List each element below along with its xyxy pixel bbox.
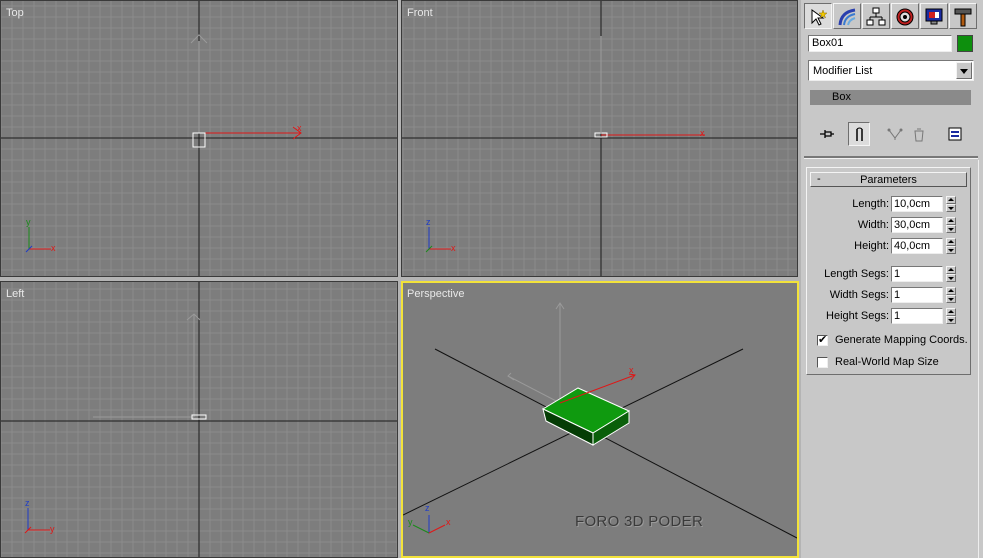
viewport-perspective-label[interactable]: Perspective (407, 288, 464, 300)
object-color-swatch[interactable] (957, 35, 973, 52)
viewport-front[interactable]: x z x Front (401, 0, 798, 277)
svg-text:z: z (25, 498, 30, 508)
grid-front: x z x (402, 1, 797, 276)
viewport-perspective[interactable]: x z y x Perspective FORO 3D PODER (401, 281, 799, 558)
height-segs-label: Height Segs: (826, 310, 889, 322)
real-world-map-size-box[interactable] (817, 357, 828, 368)
show-end-result-button[interactable] (848, 122, 870, 146)
modifier-list-dropdown[interactable]: Modifier List (808, 60, 974, 81)
svg-text:x: x (700, 128, 705, 138)
svg-text:y: y (26, 217, 31, 227)
svg-text:x: x (297, 123, 302, 133)
viewport-left[interactable]: zy Left (0, 281, 398, 558)
generate-mapping-label: Generate Mapping Coords. (835, 334, 968, 346)
make-unique-button[interactable] (884, 122, 906, 146)
grid-top: x y x (1, 1, 397, 276)
generate-mapping-box[interactable] (817, 333, 828, 346)
modifier-stack-toolbar (808, 122, 978, 146)
hierarchy-icon (866, 7, 886, 26)
gizmo-y-axis[interactable] (507, 375, 561, 404)
pin-stack-button[interactable] (816, 122, 838, 146)
length-param: Length: 10,0cm (807, 196, 972, 213)
object-name-field[interactable]: Box01 (808, 35, 952, 52)
svg-text:x: x (451, 243, 456, 253)
motion-wheel-icon (896, 8, 914, 26)
hammer-icon (954, 8, 972, 27)
length-segs-spinner[interactable] (946, 266, 956, 282)
real-world-map-size-label: Real-World Map Size (835, 356, 939, 368)
length-segs-param: Length Segs: 1 (807, 266, 972, 283)
width-label: Width: (857, 219, 889, 231)
bend-curve-icon (838, 8, 856, 26)
svg-text:y: y (50, 524, 55, 534)
generate-mapping-checkbox[interactable]: Generate Mapping Coords. (817, 333, 982, 349)
configure-sets-icon (948, 127, 962, 141)
box01-object[interactable] (541, 387, 631, 446)
height-segs-spinner[interactable] (946, 308, 956, 324)
viewport-left-label[interactable]: Left (6, 288, 24, 300)
panel-separator (804, 156, 978, 159)
pin-icon (820, 130, 834, 138)
panel-scrollbar[interactable] (978, 160, 983, 558)
remove-modifier-button[interactable] (908, 122, 930, 146)
svg-text:x: x (629, 365, 634, 375)
width-param: Width: 30,0cm (807, 217, 972, 234)
watermark-text: FORO 3D PODER (575, 513, 704, 530)
command-panel: Box01 Modifier List Box - Parameters Len… (801, 0, 983, 558)
display-monitor-icon (925, 8, 943, 25)
modifier-list-label: Modifier List (813, 65, 873, 77)
parameters-rollout-header[interactable]: - Parameters (810, 172, 967, 187)
width-segs-label: Width Segs: (829, 289, 889, 301)
command-panel-tabs (801, 2, 983, 30)
width-segs-param: Width Segs: 1 (807, 287, 972, 304)
height-label: Height: (854, 240, 889, 252)
stack-item-label: Box (832, 91, 851, 103)
modify-tab[interactable] (833, 3, 861, 29)
height-segs-param: Height Segs: 1 (807, 308, 972, 325)
length-input[interactable]: 10,0cm (891, 196, 943, 212)
make-unique-icon (887, 128, 903, 140)
parameters-rollout: - Parameters Length: 10,0cm Width: 30,0c… (806, 167, 971, 375)
axis-tripod: z y x (408, 503, 451, 534)
length-label: Length: (852, 198, 889, 210)
height-spinner[interactable] (946, 238, 956, 254)
chevron-down-icon[interactable] (956, 62, 972, 79)
width-spinner[interactable] (946, 217, 956, 233)
display-tab[interactable] (920, 3, 948, 29)
svg-text:z: z (426, 217, 431, 227)
viewport-top[interactable]: x y x Top (0, 0, 398, 277)
parameters-title: Parameters (860, 174, 917, 186)
width-segs-input[interactable]: 1 (891, 287, 943, 303)
pointer-star-icon (811, 9, 828, 26)
viewport-top-label[interactable]: Top (6, 7, 24, 19)
height-input[interactable]: 40,0cm (891, 238, 943, 254)
real-world-map-size-checkbox[interactable]: Real-World Map Size (817, 356, 982, 371)
svg-text:x: x (51, 243, 56, 253)
hierarchy-tab[interactable] (862, 3, 890, 29)
show-end-result-icon (856, 127, 863, 141)
height-param: Height: 40,0cm (807, 238, 972, 255)
configure-modifier-sets-button[interactable] (944, 122, 966, 146)
grid-left: zy (1, 282, 397, 557)
height-segs-input[interactable]: 1 (891, 308, 943, 324)
trash-icon (914, 128, 924, 142)
svg-text:y: y (408, 517, 413, 527)
length-segs-label: Length Segs: (824, 268, 889, 280)
modifier-stack-item-box[interactable]: Box (810, 90, 971, 105)
utilities-tab[interactable] (949, 3, 977, 29)
svg-text:z: z (425, 503, 430, 513)
svg-text:x: x (446, 517, 451, 527)
length-spinner[interactable] (946, 196, 956, 212)
length-segs-input[interactable]: 1 (891, 266, 943, 282)
width-input[interactable]: 30,0cm (891, 217, 943, 233)
width-segs-spinner[interactable] (946, 287, 956, 303)
motion-tab[interactable] (891, 3, 919, 29)
viewport-front-label[interactable]: Front (407, 7, 433, 19)
create-tab[interactable] (804, 3, 832, 29)
